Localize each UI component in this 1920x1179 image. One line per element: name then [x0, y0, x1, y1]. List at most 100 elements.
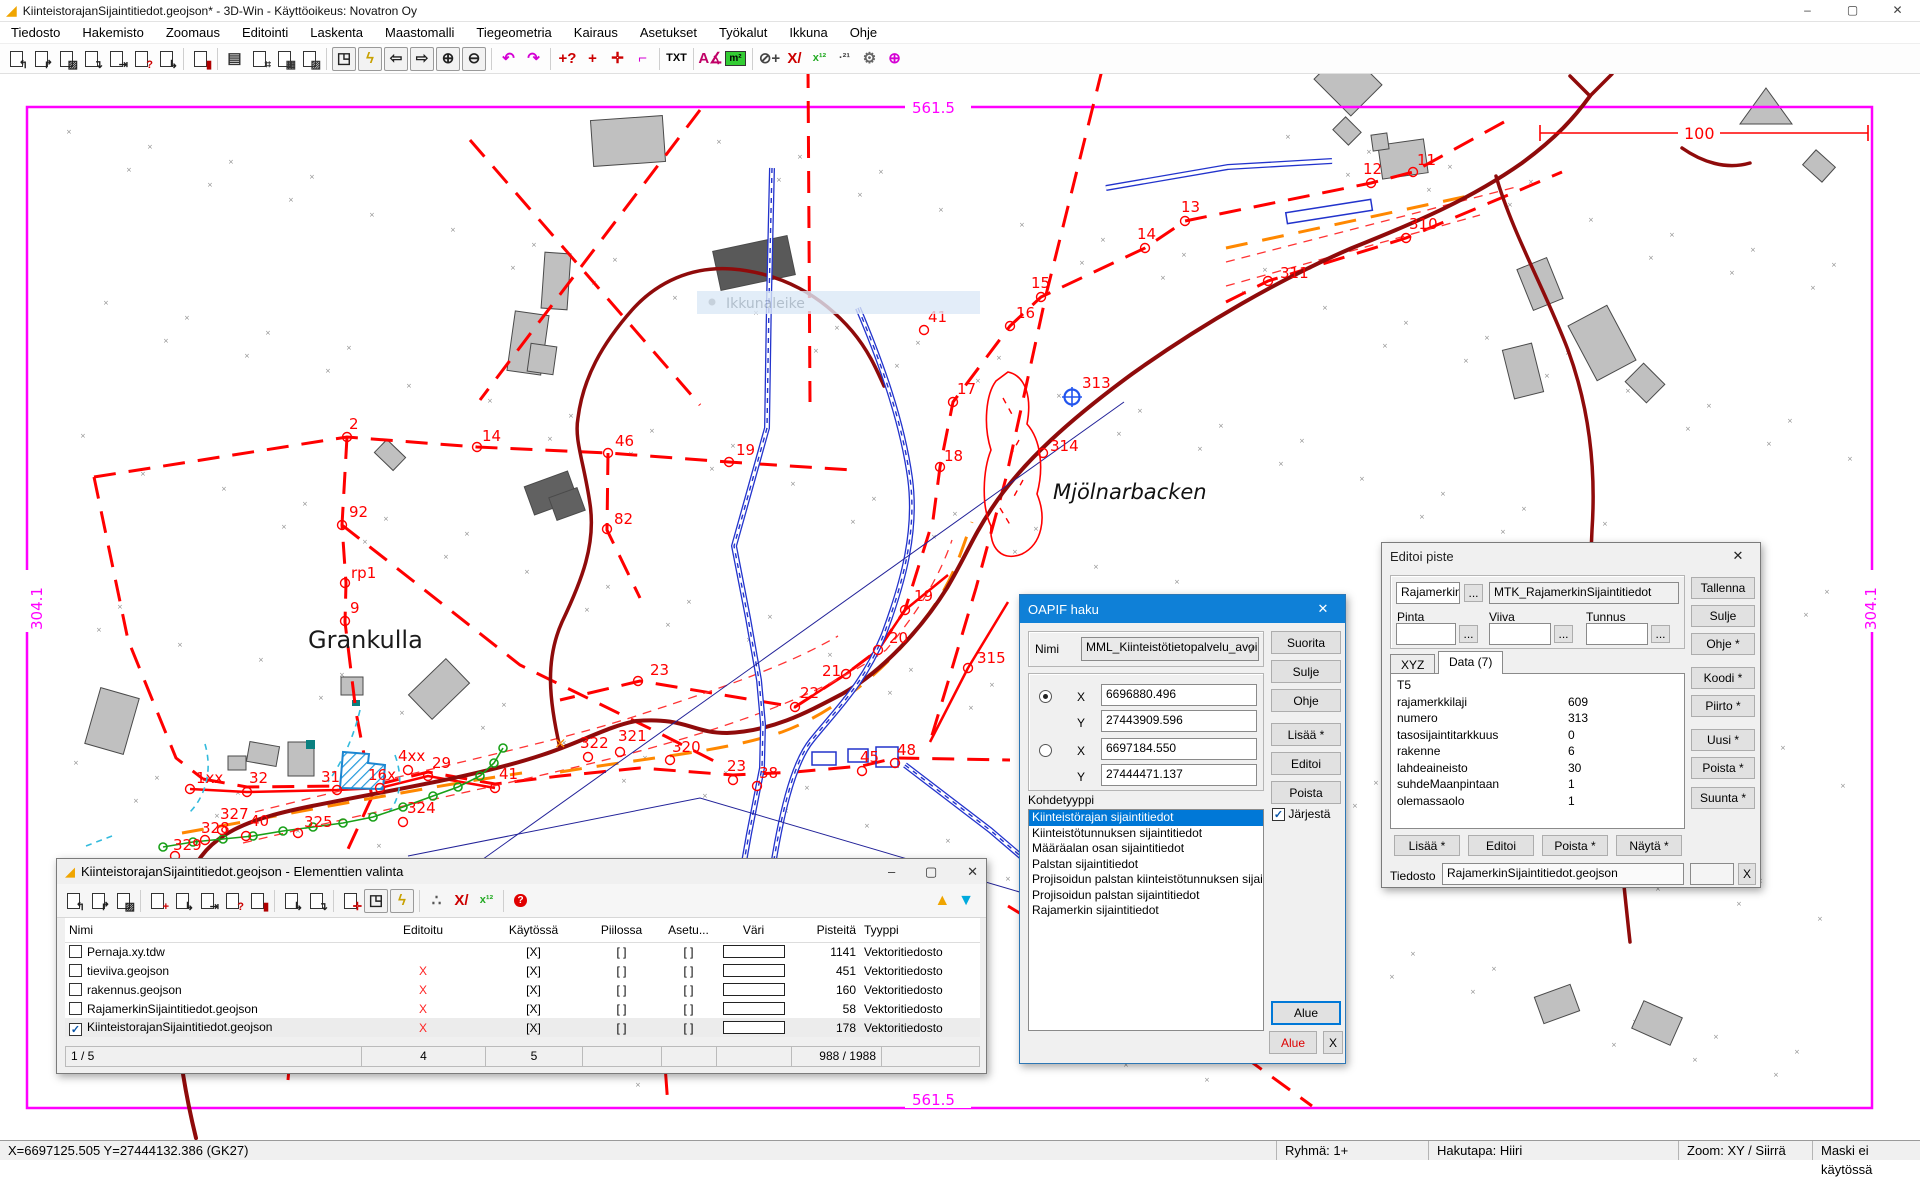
x2-field[interactable]: 6697184.550 [1101, 738, 1257, 760]
menu-zoomaus[interactable]: Zoomaus [155, 22, 231, 44]
ohje-button[interactable]: Ohje [1271, 689, 1341, 712]
tab-data[interactable]: Data (7) [1438, 651, 1503, 674]
column-header-nimi[interactable]: Nimi [65, 918, 361, 942]
toolbar--icon[interactable]: ▨ [54, 46, 79, 71]
toolbar--icon[interactable]: ·²¹ [832, 46, 857, 71]
editoi-close-icon[interactable]: ✕ [1724, 548, 1752, 564]
toolbar--icon[interactable]: ▨ [111, 888, 136, 913]
dialog-maximize-icon[interactable]: ▢ [925, 864, 937, 880]
attribute-row[interactable]: lahdeaineisto30 [1397, 760, 1678, 777]
menu-laskenta[interactable]: Laskenta [299, 22, 374, 44]
editoi-button[interactable]: Editoi [1271, 752, 1341, 775]
toolbar--icon[interactable]: ⇥ [195, 888, 220, 913]
feature-type-item[interactable]: Kiinteistötunnuksen sijaintitiedot [1029, 826, 1263, 842]
toolbar--icon[interactable]: ↱ [29, 46, 54, 71]
toolbar-X-icon[interactable]: X/ [449, 888, 474, 913]
table-row[interactable]: Pernaja.xy.tdw[X][ ][ ]1141Vektoritiedos… [65, 942, 980, 961]
lis-button[interactable]: Lisää * [1394, 835, 1460, 856]
column-header-piilossa[interactable]: Piilossa [582, 918, 661, 942]
editoi-button[interactable]: Editoi [1468, 835, 1534, 856]
menu-kairaus[interactable]: Kairaus [563, 22, 629, 44]
toolbar--icon[interactable]: ↰ [4, 46, 29, 71]
attribute-row[interactable]: rajamerkkilaji609 [1397, 694, 1678, 711]
uusi-button-right[interactable]: Uusi * [1691, 729, 1755, 751]
toolbar--icon[interactable]: ↱ [86, 888, 111, 913]
attribute-row[interactable]: tasosijaintitarkkuus0 [1397, 727, 1678, 744]
tiedosto-extra-field[interactable] [1690, 863, 1734, 885]
oapif-close-icon[interactable]: ✕ [1309, 601, 1337, 617]
table-row[interactable]: rakennus.geojsonX[X][ ][ ]160Vektoritied… [65, 980, 980, 999]
toolbar--icon[interactable]: ↳ [154, 46, 179, 71]
table-row[interactable]: RajamerkinSijaintitiedot.geojsonX[X][ ][… [65, 999, 980, 1018]
viiva-field[interactable] [1489, 623, 1551, 645]
oapif-titlebar[interactable]: OAPIF haku ✕ [1020, 595, 1345, 623]
menu-tiedosto[interactable]: Tiedosto [0, 22, 71, 44]
toolbar--icon[interactable]: ⊕ [882, 46, 907, 71]
toolbar-m-icon[interactable]: m² [723, 46, 748, 71]
sulje-button-right[interactable]: Sulje [1691, 605, 1755, 627]
column-header-tyyppi[interactable]: Tyyppi [860, 918, 980, 942]
feature-type-item[interactable]: Rajamerkin sijaintitiedot [1029, 903, 1263, 919]
toolbar--icon[interactable]: ⊘+ [757, 46, 782, 71]
minimize-button[interactable]: – [1785, 0, 1830, 21]
editoi-titlebar[interactable]: Editoi piste ✕ [1382, 543, 1760, 569]
pinta-field[interactable] [1396, 623, 1456, 645]
toolbar--icon[interactable]: ⇨ [410, 47, 434, 71]
code-field[interactable]: RajamerkinS [1396, 582, 1460, 604]
poista-button[interactable]: Poista * [1542, 835, 1608, 856]
coord1-radio[interactable] [1039, 690, 1052, 703]
toolbar--icon[interactable]: ⊕ [436, 47, 460, 71]
dialog-minimize-icon[interactable]: – [888, 864, 895, 880]
menu-maastomalli[interactable]: Maastomalli [374, 22, 465, 44]
lis-button[interactable]: Lisää * [1271, 723, 1341, 746]
move-up-icon[interactable]: ▲ [934, 892, 950, 910]
toolbar--icon[interactable]: ◳ [364, 889, 388, 913]
toolbar--icon[interactable]: ? [508, 888, 533, 913]
tunnus-field[interactable] [1586, 623, 1648, 645]
feature-type-item[interactable]: Kiinteistörajan sijaintitiedot [1029, 810, 1263, 826]
feature-type-item[interactable]: Palstan sijaintitiedot [1029, 857, 1263, 873]
element-dialog-titlebar[interactable]: ◢ KiinteistorajanSijaintitiedot.geojson … [57, 859, 986, 884]
jarjesta-checkbox[interactable]: ✓ Järjestä [1272, 807, 1330, 821]
toolbar--icon[interactable]: ? [129, 46, 154, 71]
toolbar--icon[interactable]: + [145, 888, 170, 913]
y1-field[interactable]: 27443909.596 [1101, 710, 1257, 732]
y2-field[interactable]: 27444471.137 [1101, 764, 1257, 786]
toolbar--icon[interactable]: ↷ [521, 46, 546, 71]
attribute-row[interactable]: numero313 [1397, 710, 1678, 727]
menu-ikkuna[interactable]: Ikkuna [778, 22, 838, 44]
toolbar-TXT-icon[interactable]: TXT [664, 46, 689, 71]
toolbar--icon[interactable]: ↰ [61, 888, 86, 913]
toolbar--icon[interactable]: ↳ [170, 888, 195, 913]
menu-editointi[interactable]: Editointi [231, 22, 299, 44]
ohje-button-right[interactable]: Ohje * [1691, 633, 1755, 655]
move-down-icon[interactable]: ▼ [958, 892, 974, 910]
toolbar--icon[interactable]: ⇥ [104, 46, 129, 71]
toolbar--icon[interactable]: ▨ [297, 46, 322, 71]
oapif-x-button[interactable]: X [1323, 1031, 1343, 1054]
feature-type-item[interactable]: Projisoidun palstan sijaintitiedot [1029, 888, 1263, 904]
toolbar--icon[interactable]: ▮ [245, 888, 270, 913]
poista-button-right[interactable]: Poista * [1691, 757, 1755, 779]
toolbar--icon[interactable]: ◳ [332, 47, 356, 71]
suunta-button-right[interactable]: Suunta * [1691, 787, 1755, 809]
toolbar--icon[interactable]: ↴ [304, 888, 329, 913]
maximize-button[interactable]: ▢ [1830, 0, 1875, 21]
table-row[interactable]: ✓KiinteistorajanSijaintitiedot.geojsonX[… [65, 1018, 980, 1037]
toolbar--icon[interactable]: ✛ [338, 888, 363, 913]
close-button[interactable]: ✕ [1875, 0, 1920, 21]
toolbar--icon[interactable]: ↳ [279, 888, 304, 913]
alue-red-button[interactable]: Alue [1269, 1031, 1317, 1054]
column-header-asetu[interactable]: Asetu... [661, 918, 716, 942]
menu-asetukset[interactable]: Asetukset [629, 22, 708, 44]
menu-työkalut[interactable]: Työkalut [708, 22, 778, 44]
toolbar-x-icon[interactable]: x¹² [474, 888, 499, 913]
toolbar-X-icon[interactable]: X/ [782, 46, 807, 71]
toolbar--icon[interactable]: ϟ [390, 889, 414, 913]
feature-type-item[interactable]: Projisoidun palstan kiinteistötunnuksen … [1029, 872, 1263, 888]
menu-ohje[interactable]: Ohje [839, 22, 888, 44]
toolbar--icon[interactable]: ⚙ [857, 46, 882, 71]
column-header-kytss[interactable]: Käytössä [485, 918, 582, 942]
toolbar--icon[interactable]: ⊖ [462, 47, 486, 71]
koodi-button-right[interactable]: Koodi * [1691, 667, 1755, 689]
